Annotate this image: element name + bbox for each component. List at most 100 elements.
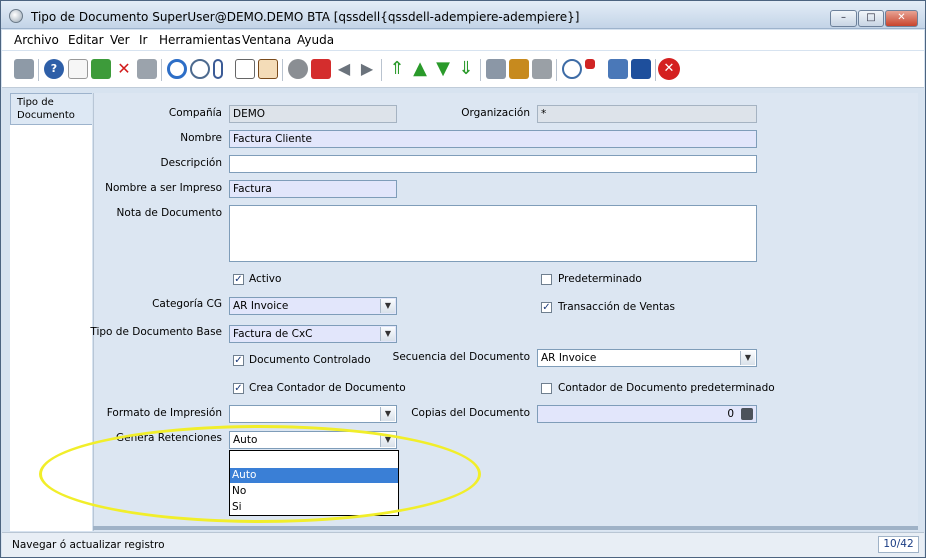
workflow-icon[interactable] <box>631 59 651 79</box>
toolbar: ? ✕ ◀ ▶ ⇑ ▲ ▼ ⇓ ✕ <box>2 51 924 88</box>
dropdown-option-si[interactable]: Si <box>230 500 398 515</box>
menu-herramientas[interactable]: Herramientas <box>159 33 241 47</box>
help-icon[interactable]: ? <box>44 59 64 79</box>
crea-contador-checkbox[interactable]: ✓ <box>233 383 244 394</box>
product-info-icon[interactable] <box>608 59 628 79</box>
contador-predet-label: Contador de Documento predeterminado <box>558 382 775 394</box>
close-window-button[interactable]: ✕ <box>885 10 918 27</box>
secuencia-doc-label: Secuencia del Documento <box>392 351 530 363</box>
calculator-icon[interactable] <box>741 408 753 420</box>
dropdown-option-auto[interactable]: Auto <box>230 468 398 483</box>
form-bottom-border <box>93 526 918 530</box>
categoria-cg-select[interactable]: AR Invoice ▼ <box>229 297 397 315</box>
doc-controlado-checkbox[interactable]: ✓ <box>233 355 244 366</box>
activo-label: Activo <box>249 273 282 285</box>
compania-field[interactable]: DEMO <box>229 105 397 123</box>
minimize-button[interactable]: – <box>830 10 857 27</box>
maximize-button[interactable]: □ <box>858 10 884 27</box>
next-icon[interactable]: ▶ <box>357 59 377 79</box>
organizacion-field[interactable]: * <box>537 105 757 123</box>
chevron-down-icon[interactable]: ▼ <box>380 407 395 421</box>
menu-ventana[interactable]: Ventana <box>242 33 291 47</box>
last-record-icon[interactable]: ⇓ <box>456 59 476 79</box>
save-new-icon[interactable] <box>91 59 111 79</box>
menu-ir[interactable]: Ir <box>139 33 147 47</box>
grid-toggle-icon[interactable] <box>258 59 278 79</box>
crea-contador-label: Crea Contador de Documento <box>249 382 406 394</box>
toolbar-separator <box>38 59 39 81</box>
nombre-field[interactable]: Factura Cliente <box>229 130 757 148</box>
organizacion-label: Organización <box>461 107 530 119</box>
formato-impresion-select[interactable]: ▼ <box>229 405 397 423</box>
next-record-icon[interactable]: ▼ <box>433 59 453 79</box>
new-icon[interactable] <box>68 59 88 79</box>
home-icon[interactable] <box>311 59 331 79</box>
zoom-across-icon[interactable] <box>562 59 582 79</box>
toolbar-separator <box>556 59 557 81</box>
tipo-doc-base-value: Factura de CxC <box>233 328 313 340</box>
menu-editar[interactable]: Editar <box>68 33 104 47</box>
secuencia-doc-select[interactable]: AR Invoice ▼ <box>537 349 757 367</box>
nombre-impreso-field[interactable]: Factura <box>229 180 397 198</box>
chevron-down-icon[interactable]: ▼ <box>380 299 395 313</box>
exit-icon[interactable]: ✕ <box>658 58 680 80</box>
archive-icon[interactable] <box>509 59 529 79</box>
tab-panel: Tipo de Documento <box>10 93 92 531</box>
undo-icon[interactable] <box>14 59 34 79</box>
app-icon <box>9 9 23 23</box>
chevron-down-icon[interactable]: ▼ <box>380 433 395 447</box>
chevron-down-icon[interactable]: ▼ <box>740 351 755 365</box>
chevron-down-icon[interactable]: ▼ <box>380 327 395 341</box>
tipo-doc-base-select[interactable]: Factura de CxC ▼ <box>229 325 397 343</box>
predeterminado-checkbox[interactable] <box>541 274 552 285</box>
genera-retenciones-value: Auto <box>233 434 258 446</box>
delete-icon[interactable]: ✕ <box>114 59 134 79</box>
nota-documento-textarea[interactable] <box>229 205 757 262</box>
contador-predet-checkbox[interactable] <box>541 383 552 394</box>
nombre-label: Nombre <box>180 132 222 144</box>
activo-checkbox[interactable]: ✓ <box>233 274 244 285</box>
previous-record-icon[interactable]: ▲ <box>410 59 430 79</box>
menu-ayuda[interactable]: Ayuda <box>297 33 334 47</box>
nota-documento-label: Nota de Documento <box>116 207 222 219</box>
title-bar[interactable]: Tipo de Documento SuperUser@DEMO.DEMO BT… <box>1 1 925 29</box>
history-icon[interactable] <box>288 59 308 79</box>
copias-doc-value: 0 <box>727 408 734 420</box>
predeterminado-label: Predeterminado <box>558 273 642 285</box>
status-bar: Navegar ó actualizar registro 10/42 <box>2 532 924 557</box>
tab-tipo-de-documento[interactable]: Tipo de Documento <box>10 93 92 125</box>
tipo-doc-base-label: Tipo de Documento Base <box>90 326 222 338</box>
refresh-icon[interactable] <box>167 59 187 79</box>
descripcion-field[interactable] <box>229 155 757 173</box>
toolbar-separator <box>655 59 656 81</box>
attachment-icon[interactable] <box>213 59 223 79</box>
print-icon[interactable] <box>532 59 552 79</box>
report-icon[interactable] <box>486 59 506 79</box>
chat-icon[interactable] <box>235 59 255 79</box>
menu-ver[interactable]: Ver <box>110 33 130 47</box>
previous-icon[interactable]: ◀ <box>334 59 354 79</box>
first-record-icon[interactable]: ⇑ <box>387 59 407 79</box>
toolbar-separator <box>161 59 162 81</box>
copias-doc-field[interactable]: 0 <box>537 405 757 423</box>
secuencia-doc-value: AR Invoice <box>541 352 597 364</box>
menu-archivo[interactable]: Archivo <box>14 33 59 47</box>
toolbar-separator <box>480 59 481 81</box>
dropdown-option-no[interactable]: No <box>230 484 398 499</box>
genera-retenciones-select[interactable]: Auto ▼ <box>229 431 397 449</box>
descripcion-label: Descripción <box>160 157 222 169</box>
nombre-impreso-label: Nombre a ser Impreso <box>105 182 222 194</box>
status-text: Navegar ó actualizar registro <box>12 539 165 551</box>
categoria-cg-value: AR Invoice <box>233 300 289 312</box>
save-icon[interactable] <box>137 59 157 79</box>
transaccion-ventas-label: Transacción de Ventas <box>558 301 676 313</box>
request-icon[interactable] <box>585 59 595 69</box>
record-counter[interactable]: 10/42 <box>878 536 919 553</box>
find-icon[interactable] <box>190 59 210 79</box>
window-title: Tipo de Documento SuperUser@DEMO.DEMO BT… <box>31 10 580 24</box>
transaccion-ventas-checkbox[interactable]: ✓ <box>541 302 552 313</box>
copias-doc-label: Copias del Documento <box>411 407 530 419</box>
formato-impresion-label: Formato de Impresión <box>106 407 222 419</box>
toolbar-separator <box>282 59 283 81</box>
categoria-cg-label: Categoría CG <box>152 298 222 310</box>
